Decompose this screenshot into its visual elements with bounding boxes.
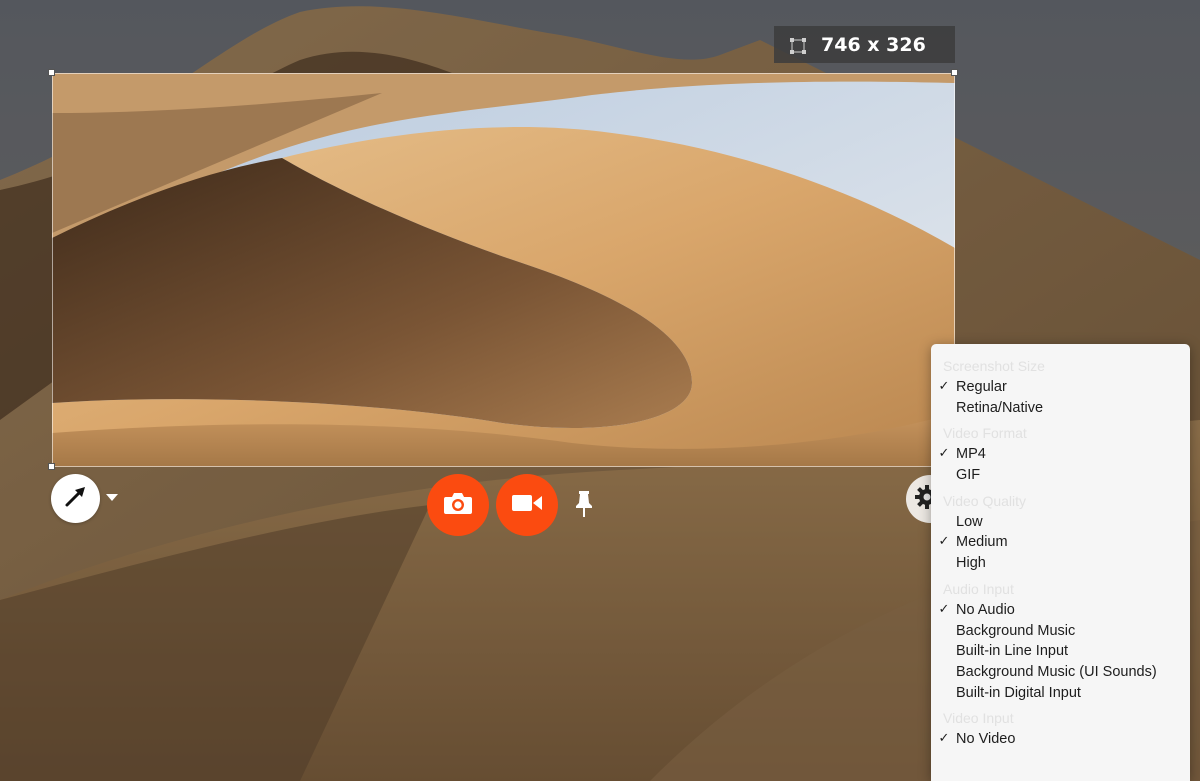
settings-menu: Screenshot Size ✓ Regular Retina/Native …: [931, 344, 1190, 781]
camera-icon: [443, 491, 473, 520]
menu-header-audio-input: Audio Input: [943, 580, 1014, 597]
menu-item-label: High: [956, 555, 986, 572]
menu-item-label: GIF: [956, 467, 981, 484]
menu-item-label: No Video: [956, 731, 1016, 748]
checkmark-icon: ✓: [938, 379, 950, 394]
menu-item-low[interactable]: Low: [931, 512, 1190, 533]
resize-handle-bottom-left[interactable]: [48, 463, 55, 470]
crop-frame-icon: [790, 37, 806, 54]
menu-item-label: Built-in Digital Input: [956, 684, 1081, 701]
menu-item-built-in-digital-input[interactable]: Built-in Digital Input: [931, 683, 1190, 704]
menu-item-no-video[interactable]: ✓ No Video: [931, 729, 1190, 750]
checkmark-icon: ✓: [938, 601, 950, 617]
menu-item-label: MP4: [956, 446, 986, 463]
menu-item-built-in-line-input[interactable]: Built-in Line Input: [931, 641, 1190, 662]
screenshot-button[interactable]: [427, 474, 489, 536]
menu-item-gif[interactable]: GIF: [931, 465, 1190, 486]
dim-overlay-top: [0, 0, 1200, 73]
checkmark-icon: ✓: [938, 534, 950, 550]
menu-header-video-quality: Video Quality: [943, 492, 1027, 509]
tool-dropdown-caret-icon[interactable]: [106, 494, 118, 501]
menu-item-mp4[interactable]: ✓ MP4: [931, 444, 1190, 465]
menu-item-regular[interactable]: ✓ Regular: [931, 377, 1190, 398]
menu-item-label: Built-in Line Input: [956, 643, 1069, 660]
menu-item-label: Low: [956, 513, 983, 530]
menu-item-label: Retina/Native: [956, 399, 1044, 416]
video-camera-icon: [511, 493, 543, 518]
menu-item-high[interactable]: High: [931, 553, 1190, 574]
menu-item-label: Regular: [956, 379, 1007, 395]
menu-item-background-music[interactable]: Background Music: [931, 621, 1190, 642]
checkmark-icon: ✓: [938, 446, 950, 462]
selection-size-label: 746 x 326: [821, 33, 926, 56]
pin-button[interactable]: [572, 490, 596, 523]
capture-region-border: [52, 73, 955, 467]
menu-item-label: No Audio: [956, 601, 1015, 618]
menu-header-video-input: Video Input: [943, 710, 1014, 727]
dim-overlay-left: [0, 73, 52, 467]
menu-header-screenshot-size: Screenshot Size: [943, 358, 1045, 374]
selection-size-badge: 746 x 326: [774, 26, 955, 63]
resize-handle-top-left[interactable]: [48, 69, 55, 76]
menu-item-label: Background Music: [956, 622, 1076, 639]
checkmark-icon: ✓: [938, 731, 950, 747]
menu-item-label: Medium: [956, 534, 1008, 551]
arrow-icon: [63, 483, 89, 514]
resize-handle-top-right[interactable]: [951, 69, 958, 76]
menu-header-video-format: Video Format: [943, 425, 1027, 442]
menu-item-label: Background Music (UI Sounds): [956, 663, 1157, 680]
menu-item-medium[interactable]: ✓ Medium: [931, 532, 1190, 553]
menu-item-background-music-ui-sounds[interactable]: Background Music (UI Sounds): [931, 662, 1190, 683]
menu-item-no-audio[interactable]: ✓ No Audio: [931, 600, 1190, 621]
annotate-tool-button[interactable]: [51, 474, 100, 523]
menu-item-retina-native[interactable]: Retina/Native: [931, 398, 1190, 419]
record-video-button[interactable]: [496, 474, 558, 536]
pin-icon: [574, 490, 594, 523]
